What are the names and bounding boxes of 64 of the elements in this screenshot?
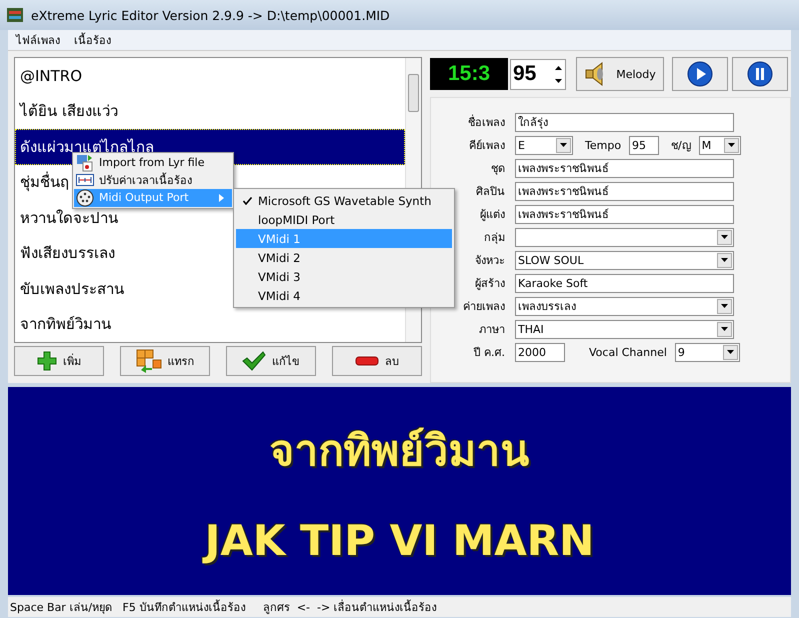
play-icon [687,61,713,87]
plus-icon [37,351,57,371]
picture-file-icon [76,154,94,172]
field-label: ภาษา [478,322,505,338]
text-field[interactable]: เพลงพระราชนิพนธ์ [515,204,734,224]
blocks-icon [136,349,162,373]
lyric-line[interactable]: ไต้ยิน เสียงแว่ว [15,94,405,129]
field-label: ปี ค.ศ. [472,345,505,362]
menu-item[interactable]: ไฟล์เพลง [16,31,60,49]
check-icon [242,351,266,371]
minus-icon [355,356,379,366]
down-arrow-icon[interactable] [555,78,562,82]
menu-item[interactable]: VMidi 4 [236,286,452,305]
list-button[interactable]: แก้ไข [226,346,316,376]
list-button[interactable]: เพิ่ม [14,346,104,376]
time-display: 15:3 [430,58,508,90]
play-button[interactable] [672,57,728,91]
list-button[interactable]: ลบ [332,346,422,376]
dropdown[interactable]: E [515,136,573,155]
submenu-arrow-icon [219,194,224,202]
dropdown[interactable]: M [698,136,741,155]
menu-item[interactable]: เนื้อร้อง [74,31,111,49]
field-label: Tempo [585,138,622,152]
lyric-line[interactable]: @INTRO [15,58,405,94]
text-field[interactable]: 95 [629,136,660,155]
field-label: ชื่อเพลง [467,114,505,132]
field-label: ผู้แต่ง [479,207,505,224]
text-field[interactable]: ใกล้รุ่ง [515,112,734,132]
field-label: ค่ายเพลง [462,299,505,316]
dropdown[interactable]: 9 [674,342,740,362]
field-label: ศิลปิน [475,184,505,200]
lyric-text: จากทิพย์วิมาน [270,425,530,478]
pause-button[interactable] [732,57,788,91]
checkmark-icon [242,196,252,204]
tempo-spinner[interactable]: 95 [510,58,566,90]
field-label: กลุ่ม [483,230,505,246]
lyric-line[interactable]: จากทิพย์วิมาน [15,306,405,342]
dropdown[interactable]: THAI [515,320,734,339]
menu-item[interactable]: Microsoft GS Wavetable Synth [236,191,452,210]
up-arrow-icon[interactable] [555,66,562,70]
pause-icon [747,61,773,87]
text-field[interactable]: Karaoke Soft [515,274,734,293]
status-bar: Space Bar เล่น/หยุด F5 บันทึกตำแหน่งเนื้อร้อง ลูกศร <- -> เลื่อนตำแหน่งเนื้อร้อง [8,597,791,617]
melody-button[interactable]: Melody [576,57,664,91]
field-label: ชุด [490,161,505,178]
field-label: Vocal Channel [589,346,667,359]
text-field[interactable]: 2000 [515,342,565,362]
list-button[interactable]: แทรก [120,346,210,376]
app-icon [7,8,23,22]
field-label: ผู้สร้าง [474,276,505,292]
field-label: ช/ญ [671,138,691,154]
window-title: eXtreme Lyric Editor Version 2.9.9 -> D:\temp\00001.MID [31,8,390,22]
menu-item[interactable]: loopMIDI Port [236,210,452,229]
text-field[interactable]: เพลงพระราชนิพนธ์ [515,182,734,201]
transliteration-text: JAK TIP VI MARN [204,516,594,565]
text-field[interactable]: เพลงพระราชนิพนธ์ [515,158,734,178]
field-label: คีย์เพลง [468,138,505,154]
field-label: จังหวะ [474,253,505,270]
dropdown[interactable]: SLOW SOUL [515,250,734,270]
menu-item[interactable]: VMidi 3 [236,267,452,286]
dropdown[interactable]: เพลงบรรเลง [515,296,734,316]
menu-item[interactable]: ปรับค่าเวลาเนื้อร้อง [74,172,232,189]
menu-item[interactable]: VMidi 2 [236,248,452,267]
timeline-icon [76,174,94,186]
